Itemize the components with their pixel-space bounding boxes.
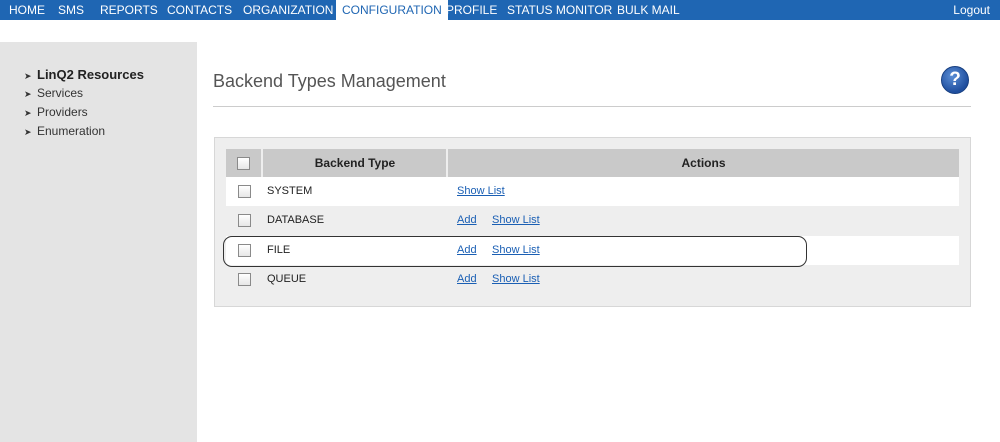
table-row: QUEUE Add Show List [226, 265, 959, 294]
table-row: SYSTEM Show List [226, 177, 959, 206]
row-checkbox[interactable] [238, 244, 251, 257]
logout-link[interactable]: Logout [953, 0, 990, 20]
nav-contacts[interactable]: CONTACTS [167, 0, 232, 20]
question-mark-icon[interactable]: ? [941, 66, 969, 94]
nav-status-monitor[interactable]: STATUS MONITOR [507, 0, 612, 20]
nav-bulk-mail[interactable]: BULK MAIL [617, 0, 680, 20]
add-link[interactable]: Add [457, 265, 477, 294]
add-link[interactable]: Add [457, 206, 477, 235]
sidebar-item-providers[interactable]: ➤ Providers [24, 105, 88, 119]
sidebar-item-services[interactable]: ➤ Services [24, 86, 83, 100]
row-checkbox[interactable] [238, 214, 251, 227]
row-checkbox[interactable] [238, 185, 251, 198]
header-actions: Actions [681, 156, 726, 170]
row-checkbox[interactable] [238, 273, 251, 286]
show-list-link[interactable]: Show List [492, 236, 540, 265]
arrow-right-icon: ➤ [24, 108, 32, 118]
sidebar: ➤ LinQ2 Resources ➤ Services ➤ Providers ➤ E… [0, 42, 197, 442]
backend-type-cell: QUEUE [267, 273, 307, 285]
sidebar-item-enumeration[interactable]: ➤ Enumeration [24, 124, 105, 138]
show-list-link[interactable]: Show List [492, 265, 540, 294]
arrow-right-icon: ➤ [24, 127, 32, 137]
table-row: FILE Add Show List [226, 236, 959, 265]
nav-home[interactable]: HOME [9, 0, 45, 20]
arrow-right-icon: ➤ [24, 89, 32, 99]
title-divider [213, 106, 971, 107]
nav-organization[interactable]: ORGANIZATION [243, 0, 333, 20]
select-all-checkbox[interactable] [237, 157, 250, 170]
table-row: DATABASE Add Show List [226, 206, 959, 235]
show-list-link[interactable]: Show List [492, 206, 540, 235]
sidebar-item-linq2-resources[interactable]: ➤ LinQ2 Resources [24, 67, 144, 82]
nav-profile[interactable]: PROFILE [446, 0, 497, 20]
show-list-link[interactable]: Show List [457, 177, 505, 206]
add-link[interactable]: Add [457, 236, 477, 265]
backend-type-cell: SYSTEM [267, 185, 313, 197]
backend-type-cell: DATABASE [267, 214, 325, 226]
table-header: Backend Type Actions [226, 149, 959, 177]
nav-configuration[interactable]: CONFIGURATION [336, 0, 448, 20]
arrow-right-icon: ➤ [24, 71, 32, 81]
top-nav-bar: HOME SMS REPORTS CONTACTS ORGANIZATION C… [0, 0, 1000, 20]
page-title: Backend Types Management [213, 71, 446, 91]
backend-type-cell: FILE [267, 244, 291, 256]
header-backend-type: Backend Type [314, 156, 396, 170]
nav-reports[interactable]: REPORTS [100, 0, 158, 20]
nav-sms[interactable]: SMS [58, 0, 84, 20]
